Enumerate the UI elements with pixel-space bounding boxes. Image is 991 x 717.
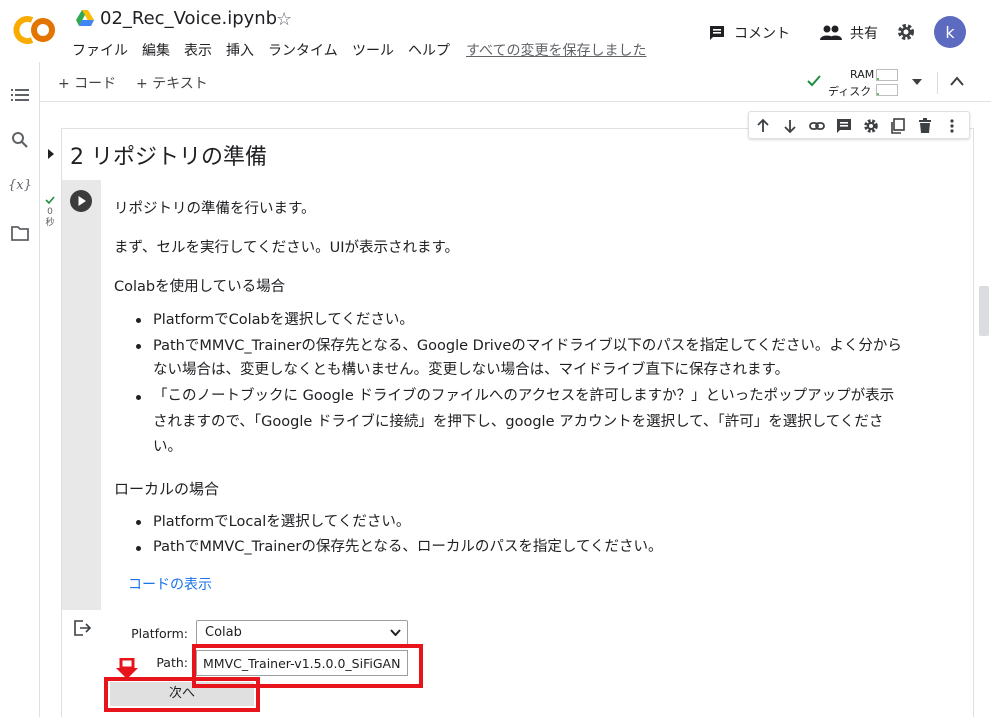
execution-time: 0 秒 (44, 207, 56, 229)
play-icon (78, 196, 86, 206)
scrollbar-track[interactable] (977, 102, 991, 717)
section-collapse-toggle-icon[interactable] (46, 148, 56, 160)
settings-gear-icon[interactable] (896, 22, 916, 42)
chevron-up-icon[interactable] (950, 76, 964, 86)
comment-icon (710, 26, 724, 40)
platform-selected-value: Colab (205, 625, 242, 640)
ram-label: RAM (850, 68, 875, 81)
menu-file[interactable]: ファイル (72, 40, 128, 60)
cell-toolbar (748, 111, 970, 139)
md-paragraph-2: まず、セルを実行してください。UIが表示されます。 (114, 240, 460, 256)
left-rail (0, 62, 40, 717)
chevron-down-icon (390, 629, 401, 636)
chevron-down-icon[interactable] (912, 78, 922, 86)
arrow-up-icon[interactable] (755, 118, 771, 134)
execution-done-check-icon (45, 196, 55, 205)
local-bullet-2: PathでMMVC_Trainerの保存先となる、ローカルのパスを指定してくださ… (153, 539, 663, 555)
cell-gutter (62, 180, 101, 610)
menu-runtime[interactable]: ランタイム (268, 40, 338, 60)
show-code-link[interactable]: コードの表示 (128, 574, 212, 594)
star-icon[interactable]: ☆ (276, 9, 292, 30)
bullet-dot (136, 546, 141, 551)
scrollbar-thumb[interactable] (979, 286, 989, 336)
platform-select[interactable]: Colab (196, 620, 408, 646)
table-of-contents-icon[interactable] (11, 86, 29, 104)
google-drive-icon[interactable] (76, 10, 94, 26)
comment-icon[interactable] (836, 118, 852, 134)
menu-help[interactable]: ヘルプ (408, 40, 450, 60)
run-cell-button[interactable] (70, 190, 92, 212)
colab-bullet-2-line-2: ない場合は、変更しなくとも構いません。変更しない場合は、マイドライブ直下に保存さ… (153, 362, 790, 378)
menu-view[interactable]: 表示 (184, 40, 212, 60)
next-button[interactable]: 次へ (110, 682, 254, 706)
arrow-down-icon[interactable] (782, 118, 798, 134)
bullet-dot (136, 344, 141, 349)
link-icon[interactable] (809, 118, 825, 134)
gear-icon[interactable] (863, 118, 879, 134)
red-down-arrow-icon (116, 658, 138, 679)
people-icon (820, 25, 842, 40)
toolbar-divider (937, 72, 938, 94)
ram-meter[interactable] (876, 69, 898, 81)
mirror-cell-icon[interactable] (890, 118, 906, 134)
share-button[interactable]: 共有 (820, 22, 878, 44)
disk-label: ディスク (828, 85, 872, 98)
colab-bullet-1-line-1: PlatformでColabを選択してください。 (153, 312, 414, 328)
comment-label: コメント (734, 26, 790, 42)
colab-logo[interactable] (12, 12, 58, 48)
colab-bullet-3-line-1: 「このノートブックに Google ドライブのファイルへのアクセスを許可しますか… (153, 388, 895, 404)
platform-label: Platform: (131, 626, 188, 641)
share-label: 共有 (850, 26, 878, 42)
disk-meter[interactable] (876, 84, 898, 96)
notebook-title[interactable]: 02_Rec_Voice.ipynb (100, 8, 277, 29)
trash-icon[interactable] (917, 118, 933, 134)
md-paragraph-1: リポジトリの準備を行います。 (114, 201, 316, 217)
colab-bullet-3-line-3: い。 (153, 439, 182, 455)
colab-bullet-3-line-2: されますので、「Google ドライブに接続」を押下し、google アカウント… (153, 414, 884, 430)
local-bullet-1: PlatformでLocalを選択してください。 (153, 514, 411, 530)
md-colab-heading: Colabを使用している場合 (114, 279, 286, 295)
ram-meter-fill (877, 78, 879, 80)
search-icon[interactable] (11, 131, 29, 149)
save-status-link[interactable]: すべての変更を保存しました (466, 40, 646, 60)
bullet-dot (136, 318, 141, 323)
add-code-button[interactable]: + コード (58, 73, 116, 93)
variables-icon[interactable]: {x} (8, 178, 32, 193)
disk-meter-fill (877, 93, 879, 95)
menu-edit[interactable]: 編集 (142, 40, 170, 60)
app-header: 02_Rec_Voice.ipynb ☆ ファイル 編集 表示 挿入 ランタイム… (0, 0, 991, 62)
user-avatar[interactable]: k (934, 16, 966, 48)
clear-output-icon[interactable] (74, 620, 92, 636)
md-local-heading: ローカルの場合 (114, 480, 220, 498)
add-text-button[interactable]: + テキスト (136, 73, 208, 93)
menu-insert[interactable]: 挿入 (226, 40, 254, 60)
section-title: 2 リポジトリの準備 (70, 145, 267, 170)
execution-time-text: 0 秒 (45, 207, 55, 228)
menu-tools[interactable]: ツール (352, 40, 394, 60)
more-vert-icon[interactable] (944, 118, 960, 134)
runtime-connected-check-icon (807, 75, 821, 87)
bullet-dot (136, 520, 141, 525)
path-input-value: MMVC_Trainer-v1.5.0.0_SiFiGAN (203, 656, 401, 671)
comment-button[interactable]: コメント (708, 22, 790, 44)
path-input[interactable]: MMVC_Trainer-v1.5.0.0_SiFiGAN (196, 650, 408, 676)
colab-bullet-2-line-1: PathでMMVC_Trainerの保存先となる、Google Driveのマイ… (153, 338, 902, 354)
bullet-dot (136, 395, 141, 400)
folder-icon[interactable] (11, 224, 29, 242)
